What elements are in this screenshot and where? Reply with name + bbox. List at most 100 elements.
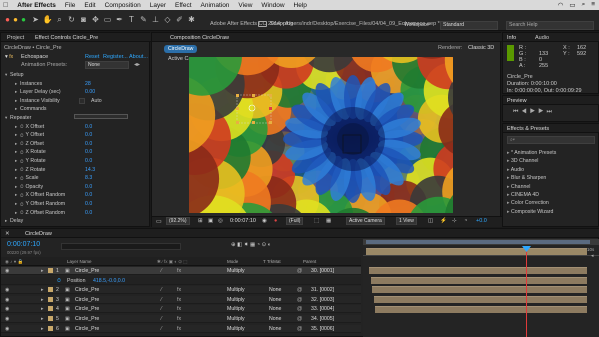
tab-audio[interactable]: Audio <box>535 35 549 41</box>
visibility-eye-icon[interactable]: ◉ <box>5 287 10 293</box>
layer-label-color[interactable] <box>48 306 53 312</box>
layer-row[interactable]: ◉ ▸ 1 ▣ Circle_Pre ⁄ fx Multiply @30. [0001] <box>1 267 361 275</box>
layer-expand-icon[interactable]: ▸ <box>41 287 44 293</box>
layer-parent-dropdown[interactable]: 35. [0006] <box>311 326 334 332</box>
apple-icon[interactable]:  <box>3 2 8 9</box>
preview-transport-controls[interactable]: ⏮◀▶▶⏭ <box>513 109 555 116</box>
effect-param-value[interactable]: 0.0 <box>85 210 92 216</box>
resolution-dropdown[interactable]: (Full) <box>286 217 304 225</box>
hand-tool-icon[interactable]: ✋ <box>42 14 53 25</box>
tab-preview[interactable]: Preview <box>507 98 527 104</box>
parent-pickwhip-icon[interactable]: @ <box>297 326 302 332</box>
views-layout-dropdown[interactable]: 1 View <box>396 217 417 225</box>
effect-param-value[interactable]: 0.0 <box>85 201 92 207</box>
visibility-eye-icon[interactable]: ◉ <box>5 306 10 312</box>
stopwatch-icon[interactable]: ⏱ <box>20 176 24 181</box>
layer-name-header[interactable]: Layer Name <box>67 259 92 264</box>
comp-flowchart-icon[interactable]: ⊕ ◧ ✷ ▦ ◔ ⊙ ◐ <box>231 242 271 248</box>
timeline-track-area[interactable]: 00s02s04s06s08s10s ◂ <box>363 239 599 337</box>
menu-view[interactable]: View <box>238 2 252 9</box>
effect-param-value[interactable]: 0.0 <box>85 149 92 155</box>
effect-param-row[interactable]: ▸ ⏱ Z Offset 0.0 <box>1 140 151 148</box>
menu-file[interactable]: File <box>65 2 75 9</box>
effect-param-value[interactable]: Auto <box>91 98 102 104</box>
layer-row[interactable]: ◉ ▸ 5 ▣ Circle_Pre ⁄ fx Multiply None @34. [0005] <box>1 315 361 323</box>
text-tool-icon[interactable]: T <box>126 14 137 25</box>
brush-tool-icon[interactable]: ✎ <box>138 14 149 25</box>
parent-pickwhip-icon[interactable]: @ <box>297 316 302 322</box>
layer-mode-dropdown[interactable]: Multiply <box>227 316 245 322</box>
layer-trkmat-dropdown[interactable]: None <box>269 297 281 303</box>
layer-parent-dropdown[interactable]: 31. [0002] <box>311 287 334 293</box>
instance-visibility-checkbox[interactable] <box>79 97 85 104</box>
toggle-pixel-aspect-icon[interactable]: ◫ <box>428 218 433 224</box>
effects-category-item[interactable]: ▸ Channel <box>507 184 530 190</box>
effect-param-value[interactable]: 8.3 <box>85 175 92 181</box>
menu-edit[interactable]: Edit <box>84 2 95 9</box>
selection-tool-icon[interactable]: ➤ <box>30 14 41 25</box>
mask-icon[interactable]: ▣ <box>208 218 213 224</box>
tab-composition[interactable]: Composition CircleDraw <box>170 35 229 41</box>
layer-mode-dropdown[interactable]: Multiply <box>227 306 245 312</box>
tab-timeline-circledraw[interactable]: CircleDraw <box>25 231 52 237</box>
menu-window[interactable]: Window <box>261 2 284 9</box>
layer-expand-icon[interactable]: ▸ <box>41 316 44 322</box>
effect-param-row[interactable]: ▸ ⏱ X Offset 0.0 <box>1 123 151 131</box>
property-value[interactable]: 418.5,-0.0,0.0 <box>93 278 125 284</box>
trkmat-header[interactable]: T TrkMat <box>263 259 281 264</box>
roto-brush-tool-icon[interactable]: ✐ <box>174 14 185 25</box>
flowchart-icon[interactable]: ⊹ <box>452 218 457 224</box>
reset-link[interactable]: Reset <box>85 54 99 60</box>
layer-duration-bar[interactable] <box>372 286 587 294</box>
effects-category-item[interactable]: ▸ Color Correction <box>507 200 549 206</box>
layer-expand-icon[interactable]: ▸ <box>41 306 44 312</box>
stopwatch-icon[interactable]: ⏱ <box>20 124 24 129</box>
layer-expand-icon[interactable]: ▸ <box>41 268 44 274</box>
effect-param-value[interactable]: 14.3 <box>85 167 95 173</box>
effects-search-input[interactable]: ⌕▾ <box>507 136 595 144</box>
layer-row[interactable]: ◉ ▸ 3 ▣ Circle_Pre ⁄ fx Multiply None @32. [0003] <box>1 295 361 304</box>
menu-composition[interactable]: Composition <box>105 2 141 9</box>
layer-name[interactable]: Circle_Pre <box>75 297 99 303</box>
effect-param-value[interactable]: 0.0 <box>85 184 92 190</box>
mode-header[interactable]: Mode <box>227 259 238 264</box>
effect-param-row[interactable]: ▸ Layer Delay (sec) 0.00 <box>1 88 151 96</box>
layer-duration-bar[interactable] <box>370 276 587 284</box>
zoom-dropdown[interactable]: (92.2%) <box>166 217 190 225</box>
renderer-value[interactable]: Classic 3D <box>468 45 494 51</box>
layer-parent-dropdown[interactable]: 30. [0001] <box>311 268 334 274</box>
parent-header[interactable]: Parent <box>303 259 316 264</box>
menu-help[interactable]: Help <box>294 2 307 9</box>
parent-pickwhip-icon[interactable]: @ <box>297 287 302 293</box>
switch-fx-icon[interactable]: fx <box>177 297 181 303</box>
stopwatch-icon[interactable]: ⏱ <box>20 193 24 198</box>
effect-param-value[interactable]: 28 <box>85 81 91 87</box>
switch-collapse-icon[interactable]: ⁄ <box>161 297 162 303</box>
switch-fx-icon[interactable]: fx <box>177 316 181 322</box>
stopwatch-icon[interactable]: ⏱ <box>20 159 24 164</box>
zoom-tool-icon[interactable]: ⌕ <box>54 14 65 25</box>
layer-mode-dropdown[interactable]: Multiply <box>227 326 245 332</box>
comp-breadcrumb[interactable]: CircleDraw <box>164 45 198 53</box>
region-of-interest-icon[interactable]: ⬚ <box>314 218 319 224</box>
effect-param-row[interactable]: ▸ Delay <box>1 217 151 225</box>
layer-name[interactable]: Circle_Pre <box>75 268 99 274</box>
list-icon[interactable]: ≡ <box>591 1 595 9</box>
always-preview-icon[interactable]: ▭ <box>156 218 162 225</box>
layer-name[interactable]: Circle_Pre <box>75 326 99 332</box>
layer-trkmat-dropdown[interactable]: None <box>269 326 281 332</box>
switch-fx-icon[interactable]: fx <box>177 268 181 274</box>
layer-label-color[interactable] <box>48 316 53 321</box>
tab-project[interactable]: Project <box>7 35 24 41</box>
effects-category-item[interactable]: ▸ * Animation Presets <box>507 150 556 156</box>
stopwatch-icon[interactable]: ⏱ <box>20 150 24 155</box>
layer-duration-bar[interactable] <box>373 296 587 303</box>
stopwatch-icon[interactable]: ⏱ <box>20 167 24 172</box>
transparency-grid-icon[interactable]: ▦ <box>326 218 331 224</box>
current-time-display[interactable]: 0:00:07:10 <box>230 218 256 224</box>
effects-category-item[interactable]: ▸ CINEMA 4D <box>507 192 539 198</box>
parent-pickwhip-icon[interactable]: @ <box>297 297 302 303</box>
stopwatch-icon[interactable]: ⏱ <box>20 184 24 189</box>
layer-label-color[interactable] <box>48 287 53 293</box>
effect-param-row[interactable]: ▸ ⏱ Y Offset Random 0.0 <box>1 200 151 208</box>
